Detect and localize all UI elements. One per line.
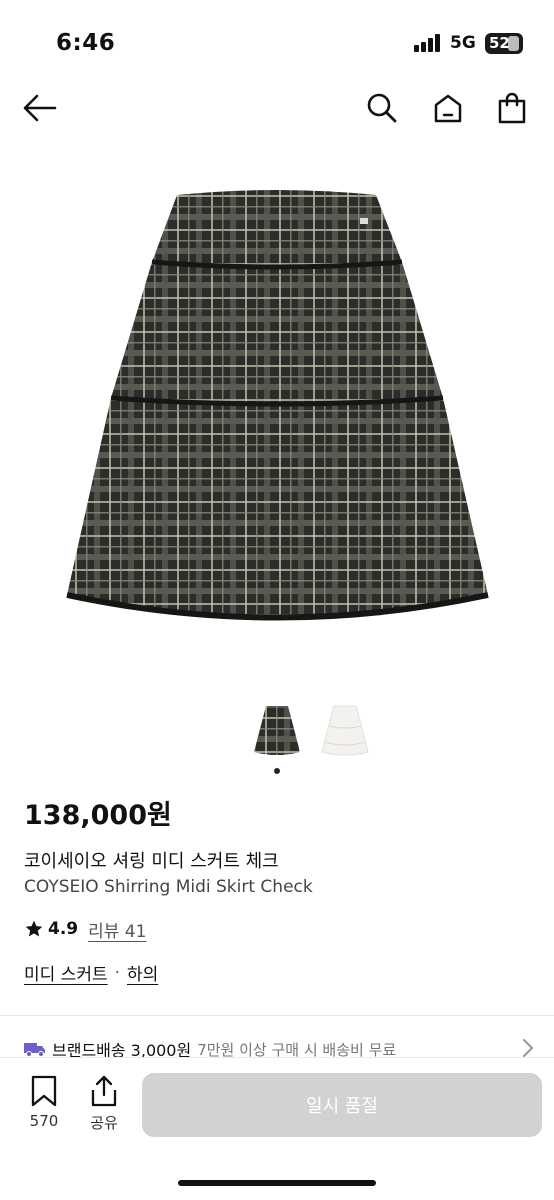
gallery-indicator-dot	[274, 768, 280, 774]
status-time: 6:46	[56, 30, 116, 56]
product-name-kr: 코이세이오 셔링 미디 스커트 체크	[24, 851, 279, 872]
cart-button[interactable]	[492, 88, 532, 128]
bottom-action-bar: 570 공유 일시 품절	[0, 1058, 554, 1200]
bookmark-icon	[31, 1075, 57, 1107]
shopping-bag-icon	[498, 92, 526, 124]
category-breadcrumb: 미디 스커트 · 하의	[24, 960, 158, 986]
truck-icon	[24, 1043, 45, 1057]
sold-out-button[interactable]: 일시 품절	[142, 1073, 542, 1137]
like-button[interactable]: 570	[20, 1074, 68, 1134]
shipping-note: 7만원 이상 구매 시 배송비 무료	[197, 1040, 397, 1059]
home-indicator	[178, 1180, 376, 1186]
rating-value: 4.9	[48, 919, 79, 939]
signal-icon	[414, 34, 442, 52]
product-name-en: COYSEIO Shirring Midi Skirt Check	[24, 877, 313, 897]
battery-icon: 52	[485, 33, 523, 54]
share-icon	[91, 1075, 117, 1107]
status-bar: 6:46 5G 52	[0, 0, 554, 88]
product-image[interactable]	[60, 180, 494, 640]
thumbnail-check-skirt[interactable]	[250, 702, 304, 758]
search-icon	[367, 93, 397, 123]
share-button[interactable]: 공유	[80, 1074, 128, 1134]
nav-bar	[0, 88, 554, 128]
category-link-midi-skirt[interactable]: 미디 스커트	[24, 960, 108, 985]
search-button[interactable]	[362, 88, 402, 128]
arrow-left-icon	[23, 94, 57, 122]
product-price: 138,000원	[24, 800, 172, 831]
back-button[interactable]	[20, 88, 60, 128]
share-label: 공유	[90, 1114, 118, 1132]
home-button[interactable]	[428, 88, 468, 128]
chevron-right-icon	[523, 1039, 533, 1057]
battery-level: 52	[489, 34, 510, 52]
network-label: 5G	[450, 33, 476, 53]
section-divider	[0, 1015, 554, 1016]
like-count: 570	[29, 1112, 59, 1130]
category-link-bottoms[interactable]: 하의	[127, 960, 158, 985]
review-link[interactable]: 리뷰 41	[88, 917, 146, 942]
thumbnail-strip	[250, 702, 380, 762]
thumbnail-white-skirt[interactable]	[318, 702, 372, 758]
star-icon	[25, 920, 43, 937]
rating-row: 4.9 리뷰 41	[24, 916, 146, 942]
category-separator: ·	[114, 962, 121, 983]
home-icon	[434, 94, 462, 123]
